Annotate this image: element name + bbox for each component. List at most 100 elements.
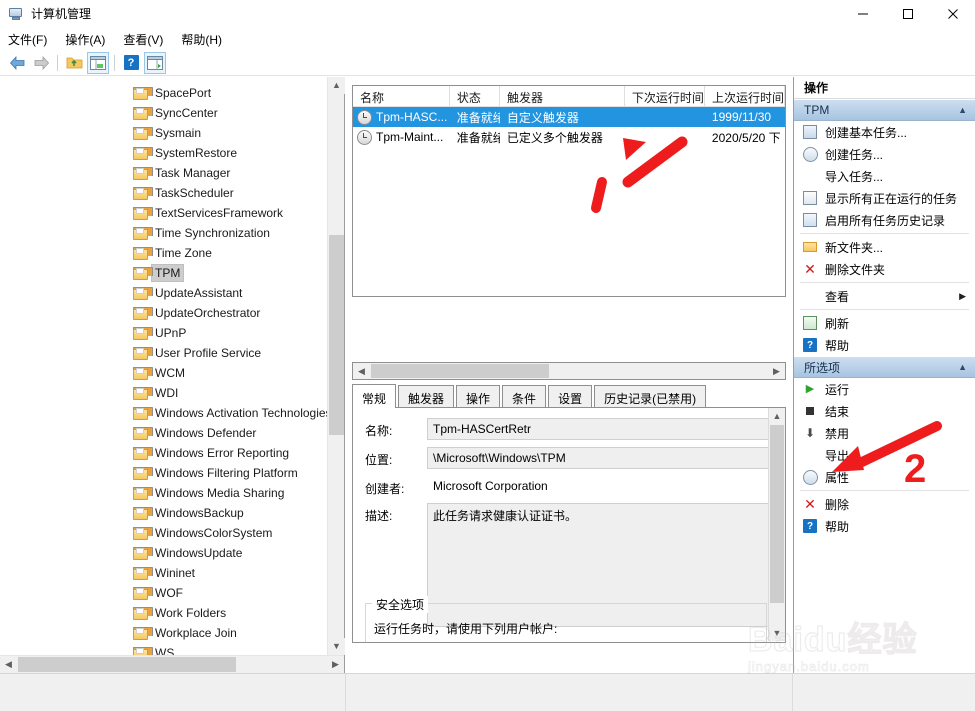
- minimize-button[interactable]: [840, 0, 885, 28]
- tree-scroll-down-button[interactable]: ▼: [328, 638, 345, 655]
- actions-separator: [800, 490, 969, 491]
- column-header-1[interactable]: 状态: [450, 86, 500, 106]
- column-header-3[interactable]: 下次运行时间: [625, 86, 705, 106]
- action-item-1-1[interactable]: 结束: [794, 400, 975, 422]
- tree-scroll-left-button[interactable]: ◀: [0, 656, 17, 673]
- maximize-button[interactable]: [885, 0, 930, 28]
- action-item-1-5[interactable]: ✕删除: [794, 493, 975, 515]
- actions-separator: [800, 282, 969, 283]
- tree-item-windowsbackup[interactable]: WindowsBackup: [0, 503, 327, 523]
- action-item-0-1[interactable]: 创建任务...: [794, 143, 975, 165]
- actions-section-header-0[interactable]: TPM▲: [794, 99, 975, 121]
- action-item-0-4[interactable]: 启用所有任务历史记录: [794, 209, 975, 231]
- actions-pane: 操作 TPM▲创建基本任务...创建任务...导入任务...显示所有正在运行的任…: [793, 77, 975, 673]
- tree-item-upnp[interactable]: UPnP: [0, 323, 327, 343]
- help-button[interactable]: ?: [120, 52, 142, 74]
- menu-action[interactable]: 操作(A): [65, 29, 114, 50]
- tree-item-spaceport[interactable]: SpacePort: [0, 83, 327, 103]
- action-item-0-2[interactable]: 导入任务...: [794, 165, 975, 187]
- tree-item-time-zone[interactable]: Time Zone: [0, 243, 327, 263]
- task-list-scroll-left-button[interactable]: ◀: [353, 363, 370, 379]
- action-item-1-4[interactable]: 属性: [794, 466, 975, 488]
- tab-2[interactable]: 操作: [456, 385, 500, 407]
- tree-vertical-scrollbar[interactable]: ▲ ▼: [327, 77, 344, 655]
- action-item-0-3[interactable]: 显示所有正在运行的任务: [794, 187, 975, 209]
- action-item-0-6[interactable]: ✕删除文件夹: [794, 258, 975, 280]
- tree-item-windows-media-sharing[interactable]: Windows Media Sharing: [0, 483, 327, 503]
- cell-trigger: 已定义多个触发器: [500, 129, 625, 146]
- table-row[interactable]: Tpm-Maint...准备就绪已定义多个触发器2020/5/20 下: [353, 127, 785, 147]
- action-item-0-9[interactable]: ?帮助: [794, 334, 975, 356]
- action-item-0-7[interactable]: 查看▶: [794, 285, 975, 307]
- task-list-horizontal-scrollbar[interactable]: ◀ ▶: [352, 362, 786, 380]
- tree-horizontal-scrollbar[interactable]: ◀ ▶: [0, 655, 344, 673]
- tab-4[interactable]: 设置: [548, 385, 592, 407]
- tree-scroll-thumb[interactable]: [329, 235, 344, 435]
- tree-item-windows-error-reporting[interactable]: Windows Error Reporting: [0, 443, 327, 463]
- action-item-0-5[interactable]: 新文件夹...: [794, 236, 975, 258]
- action-item-1-2[interactable]: ⬇禁用: [794, 422, 975, 444]
- close-button[interactable]: [930, 0, 975, 28]
- task-list[interactable]: 名称状态触发器下次运行时间上次运行时间 Tpm-HASC...准备就绪自定义触发…: [352, 85, 786, 297]
- pane-splitter[interactable]: [352, 354, 786, 359]
- table-row[interactable]: Tpm-HASC...准备就绪自定义触发器1999/11/30: [353, 107, 785, 127]
- tab-5[interactable]: 历史记录(已禁用): [594, 385, 706, 407]
- column-header-4[interactable]: 上次运行时间: [705, 86, 785, 106]
- column-header-0[interactable]: 名称: [353, 86, 450, 106]
- tree-item-wdi[interactable]: WDI: [0, 383, 327, 403]
- forward-button[interactable]: [30, 52, 52, 74]
- action-item-1-6[interactable]: ?帮助: [794, 515, 975, 537]
- tree-item-windowscolorsystem[interactable]: WindowsColorSystem: [0, 523, 327, 543]
- menu-file[interactable]: 文件(F): [8, 29, 56, 50]
- tree-item-systemrestore[interactable]: SystemRestore: [0, 143, 327, 163]
- column-header-2[interactable]: 触发器: [500, 86, 625, 106]
- tree-scroll-right-button[interactable]: ▶: [327, 656, 344, 673]
- tree-item-tpm[interactable]: TPM: [0, 263, 327, 283]
- action-item-0-8[interactable]: 刷新: [794, 312, 975, 334]
- tree-item-textservicesframework[interactable]: TextServicesFramework: [0, 203, 327, 223]
- tab-1[interactable]: 触发器: [398, 385, 454, 407]
- tree-scroll-up-button[interactable]: ▲: [328, 77, 345, 94]
- tree-item-ws[interactable]: WS: [0, 643, 327, 655]
- tree-item-wcm[interactable]: WCM: [0, 363, 327, 383]
- tree-item-work-folders[interactable]: Work Folders: [0, 603, 327, 623]
- tree-item-synccenter[interactable]: SyncCenter: [0, 103, 327, 123]
- tree-item-task-manager[interactable]: Task Manager: [0, 163, 327, 183]
- back-button[interactable]: [6, 52, 28, 74]
- up-folder-button[interactable]: [63, 52, 85, 74]
- tree-item-time-synchronization[interactable]: Time Synchronization: [0, 223, 327, 243]
- tree-item-windows-filtering-platform[interactable]: Windows Filtering Platform: [0, 463, 327, 483]
- tree-item-windows-defender[interactable]: Windows Defender: [0, 423, 327, 443]
- detail-vertical-scrollbar[interactable]: ▲ ▼: [768, 408, 785, 641]
- action-item-0-0[interactable]: 创建基本任务...: [794, 121, 975, 143]
- tree-item-user-profile-service[interactable]: User Profile Service: [0, 343, 327, 363]
- tree-item-wof[interactable]: WOF: [0, 583, 327, 603]
- tree-hscroll-thumb[interactable]: [18, 657, 236, 672]
- tree-item-updateorchestrator[interactable]: UpdateOrchestrator: [0, 303, 327, 323]
- tab-3[interactable]: 条件: [502, 385, 546, 407]
- tree-item-wininet[interactable]: Wininet: [0, 563, 327, 583]
- tree-item-sysmain[interactable]: Sysmain: [0, 123, 327, 143]
- detail-scroll-down-button[interactable]: ▼: [769, 625, 785, 641]
- menu-help[interactable]: 帮助(H): [181, 29, 231, 50]
- show-action-pane-button[interactable]: [144, 52, 166, 74]
- tree-item-taskscheduler[interactable]: TaskScheduler: [0, 183, 327, 203]
- caret-up-icon[interactable]: ▲: [958, 362, 967, 372]
- tree-item-windowsupdate[interactable]: WindowsUpdate: [0, 543, 327, 563]
- tree-item-updateassistant[interactable]: UpdateAssistant: [0, 283, 327, 303]
- submenu-arrow-icon[interactable]: ▶: [959, 291, 966, 302]
- task-list-scroll-right-button[interactable]: ▶: [768, 363, 785, 379]
- action-item-1-0[interactable]: ▶运行: [794, 378, 975, 400]
- show-hide-tree-button[interactable]: [87, 52, 109, 74]
- action-item-1-3[interactable]: 导出...: [794, 444, 975, 466]
- actions-section-header-1[interactable]: 所选项▲: [794, 356, 975, 378]
- name-value[interactable]: Tpm-HASCertRetr: [427, 418, 775, 440]
- tree-item-workplace-join[interactable]: Workplace Join: [0, 623, 327, 643]
- detail-vscroll-thumb[interactable]: [770, 425, 784, 603]
- detail-scroll-up-button[interactable]: ▲: [769, 408, 785, 424]
- tab-0[interactable]: 常规: [352, 384, 396, 408]
- task-list-hscroll-thumb[interactable]: [371, 364, 549, 378]
- tree-item-windows-activation-technologies[interactable]: Windows Activation Technologies: [0, 403, 327, 423]
- caret-up-icon[interactable]: ▲: [958, 105, 967, 115]
- menu-view[interactable]: 查看(V): [123, 29, 172, 50]
